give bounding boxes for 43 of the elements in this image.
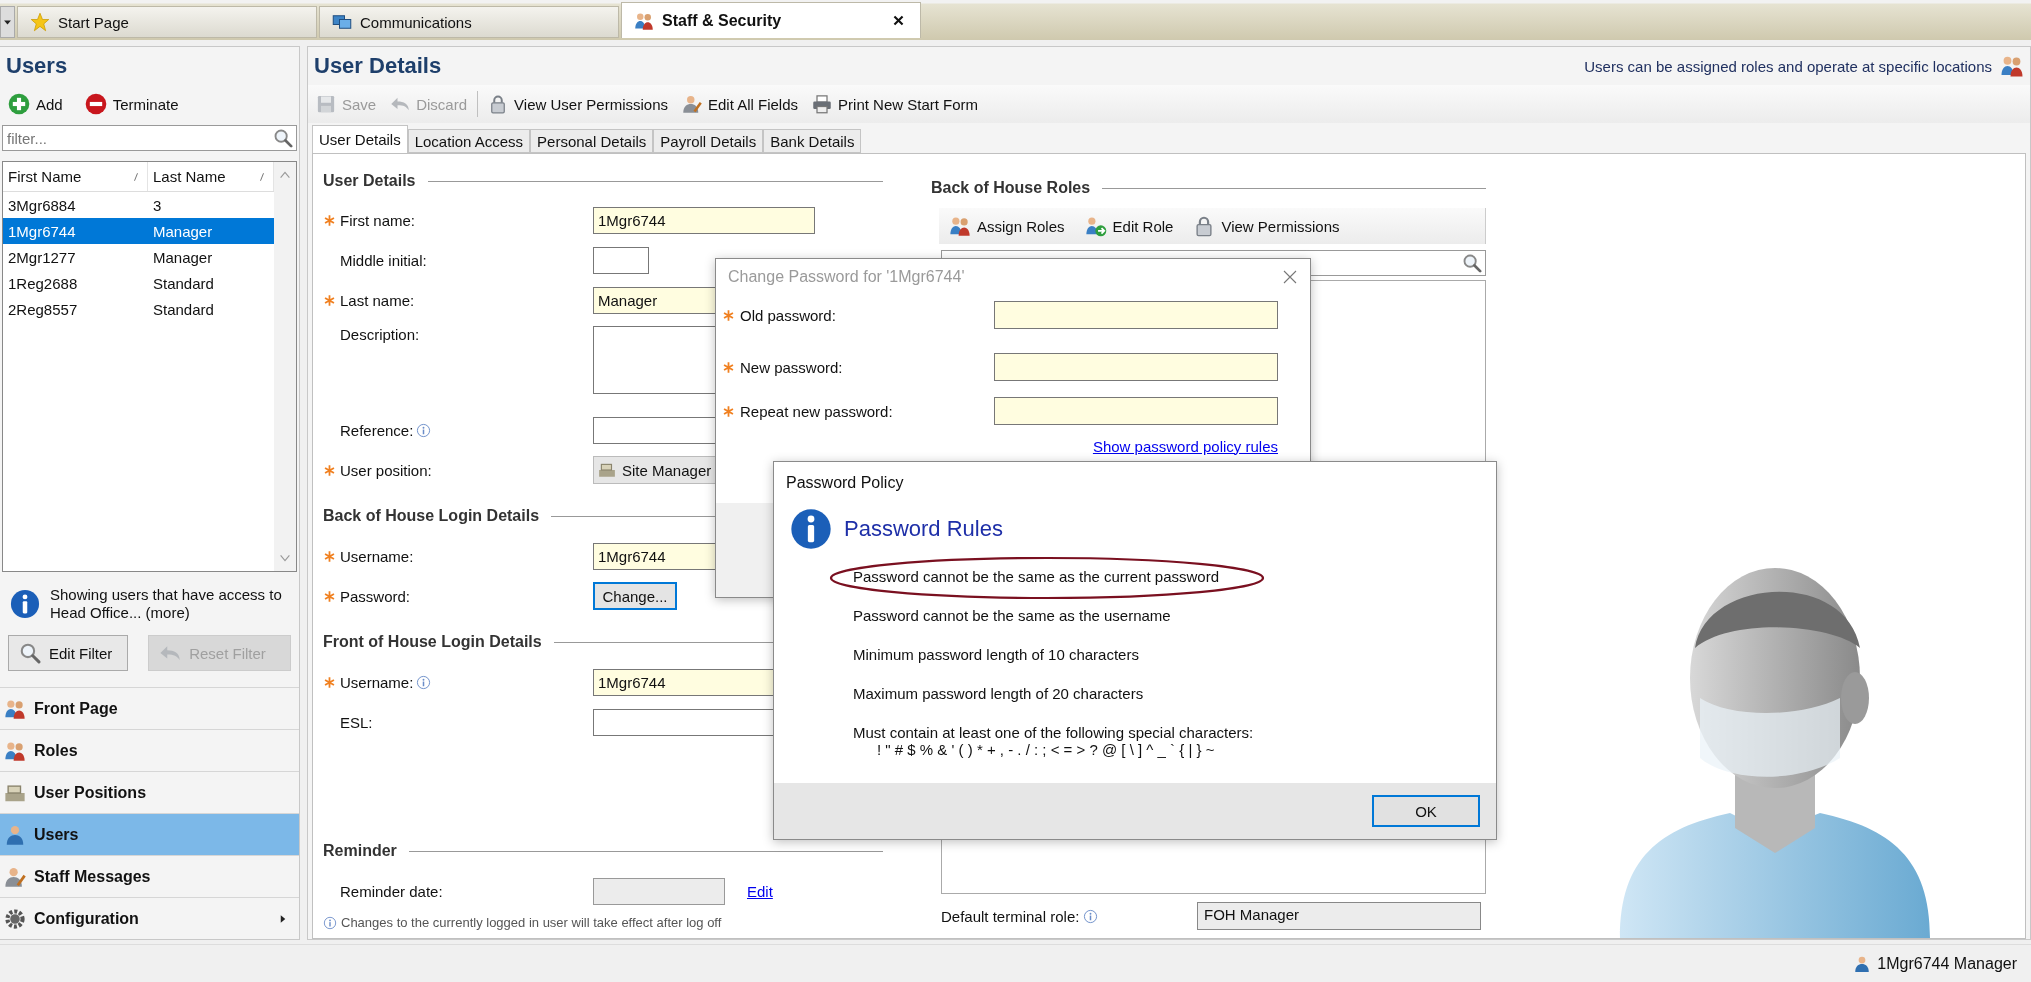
field-label: New password: xyxy=(740,358,843,376)
section-title: User Details xyxy=(323,172,416,190)
hint-text: Users can be assigned roles and operate at specific locations xyxy=(1584,57,1992,75)
field-label: First name: xyxy=(340,211,415,229)
table-cell-text: 1Reg2688 xyxy=(7,273,79,294)
rule-text: Minimum password length of 10 characters xyxy=(853,646,1140,663)
table-cell-text: 3Mgr6884 xyxy=(7,195,77,216)
filter-info-text: Showing users that have access to Head Office... (more) xyxy=(50,585,283,623)
rule-text: Password cannot be the same as the username xyxy=(853,607,1172,624)
note-text: Changes to the currently logged in user will take effect after log off xyxy=(341,915,722,930)
field-label: Password: xyxy=(340,587,411,605)
field-label: ESL: xyxy=(340,713,373,731)
table-cell-text: 2Mgr1277 xyxy=(7,247,77,268)
field-label: Description: xyxy=(340,326,420,343)
field-label: Username: xyxy=(340,673,414,691)
table-cell-text: Standard xyxy=(152,299,215,320)
field-label: Repeat new password: xyxy=(740,402,893,420)
field-label: Middle initial: xyxy=(340,251,427,269)
table-cell-text: 1Mgr6744 xyxy=(7,221,77,242)
field-label: User position: xyxy=(340,461,432,479)
rule-text: Password cannot be the same as the current password xyxy=(853,568,1221,585)
field-label: Username: xyxy=(340,547,414,565)
section-title: Front of House Login Details xyxy=(323,633,542,651)
field-label: Default terminal role: xyxy=(941,907,1080,925)
section-title: Back of House Roles xyxy=(931,179,1091,197)
rules-heading: Password Rules xyxy=(844,516,1003,542)
panel-title: Users xyxy=(5,52,69,80)
panel-title: User Details xyxy=(313,52,443,80)
rule-text: Must contain at least one of the following special characters: xyxy=(853,724,1255,741)
table-cell-text: Standard xyxy=(152,273,215,294)
table-cell-text: 2Reg8557 xyxy=(7,299,79,320)
dialog-title: Change Password for '1Mgr6744' xyxy=(728,268,965,286)
rule-text: Maximum password length of 20 characters xyxy=(853,685,1145,702)
field-label: Last name: xyxy=(340,291,415,309)
table-cell-text: Manager xyxy=(152,221,214,242)
field-label: Reference: xyxy=(340,421,414,439)
current-user: 1Mgr6744 Manager xyxy=(1877,954,2017,973)
table-cell-text: Manager xyxy=(152,247,214,268)
table-cell-text: 3 xyxy=(152,195,163,216)
field-label: Reminder date: xyxy=(340,882,443,900)
section-title: Reminder xyxy=(323,842,397,860)
special-characters: ! " # $ % & ' ( ) * + , - . / : ; < = > ? @ [ \ ] ^ _ ` { | } ~ xyxy=(876,741,1216,758)
section-title: Back of House Login Details xyxy=(323,507,540,525)
